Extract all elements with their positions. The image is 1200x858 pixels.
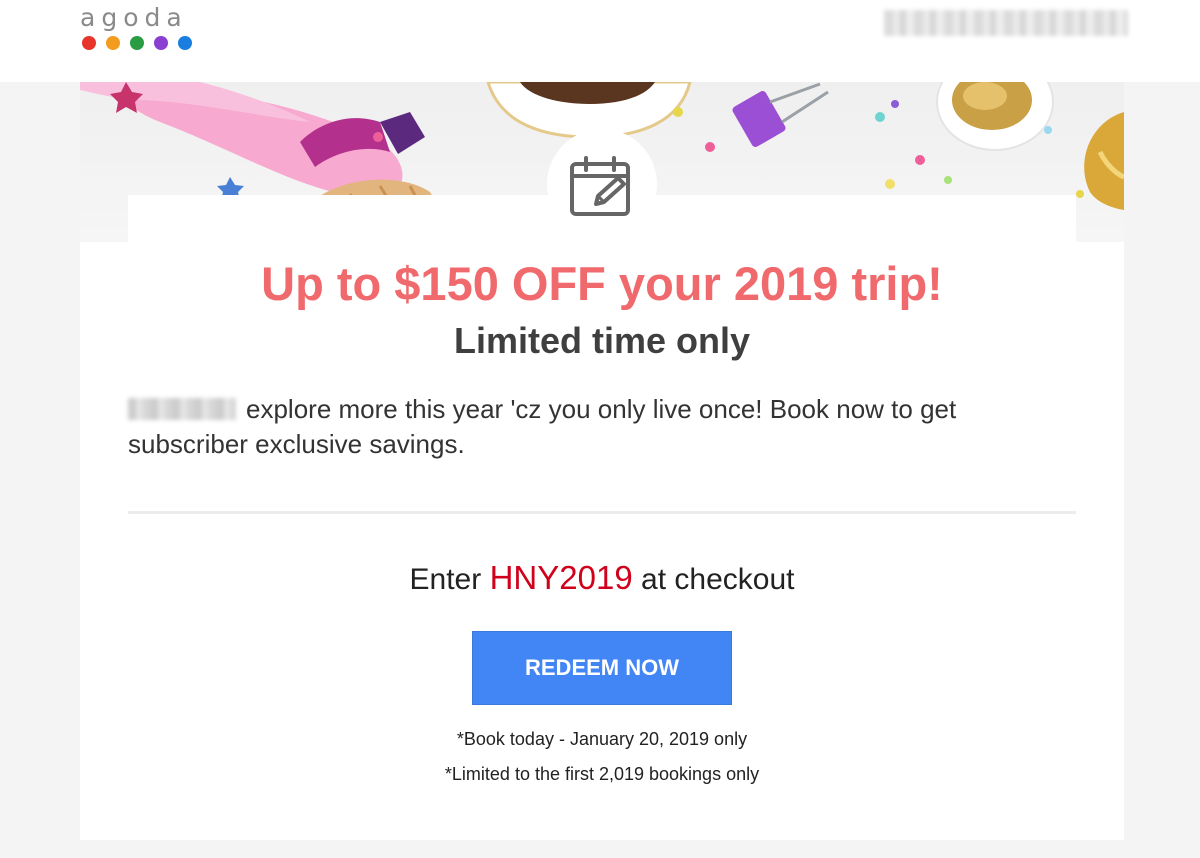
redeem-now-button[interactable]: REDEEM NOW [472, 631, 732, 705]
email-header: agoda [0, 0, 1200, 82]
body-message: explore more this year 'cz you only live… [128, 392, 1078, 462]
body-message-text: explore more this year 'cz you only live… [128, 394, 957, 459]
promo-headline: Up to $150 OFF your 2019 trip! [261, 257, 943, 310]
section-divider [128, 511, 1076, 514]
promo-code-line: Enter HNY2019 at checkout [80, 558, 1124, 600]
logo-dot-blue [178, 36, 192, 50]
fine-print-limit: *Limited to the first 2,019 bookings onl… [444, 764, 760, 784]
promo-code: HNY2019 [489, 559, 633, 596]
logo-dot-purple [154, 36, 168, 50]
promo-subheadline: Limited time only [453, 320, 751, 361]
logo-dot-red [82, 36, 96, 50]
redacted-recipient-name [128, 398, 236, 420]
logo-text: agoda [80, 3, 188, 32]
calendar-edit-icon [570, 156, 630, 216]
email-card: Up to $150 OFF your 2019 trip! Limited t… [80, 82, 1124, 840]
fine-print-date: *Book today - January 20, 2019 only [456, 729, 748, 749]
agoda-logo[interactable]: agoda [80, 4, 200, 54]
promo-prefix: Enter [409, 563, 482, 596]
logo-dots [82, 36, 192, 50]
redacted-account-info [884, 10, 1128, 36]
logo-dot-green [130, 36, 144, 50]
promo-suffix: at checkout [641, 563, 795, 596]
logo-dot-orange [106, 36, 120, 50]
